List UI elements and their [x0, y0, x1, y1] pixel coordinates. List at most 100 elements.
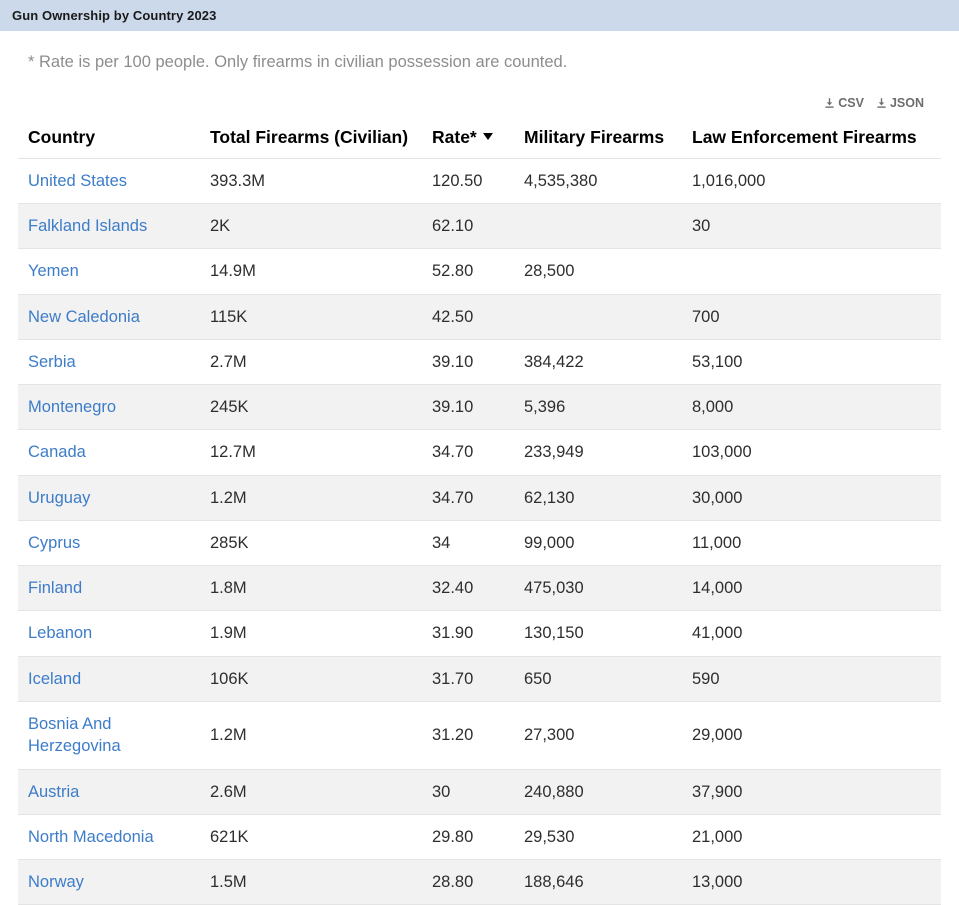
country-link[interactable]: Iceland	[28, 670, 81, 688]
column-header-total-firearms[interactable]: Total Firearms (Civilian)	[200, 121, 422, 159]
table-row: Bosnia And Herzegovina 1.2M 31.20 27,300 29,…	[18, 700, 941, 770]
cell-total-firearms: 106K	[200, 655, 422, 702]
cell-law-enforcement-firearms: 8,000	[682, 384, 941, 431]
country-link[interactable]: Uruguay	[28, 489, 90, 507]
country-link[interactable]: Montenegro	[28, 398, 116, 416]
cell-law-enforcement-firearms: 1,016,000	[682, 157, 941, 205]
cell-country: Austria	[18, 768, 200, 815]
cell-total-firearms: 285K	[200, 519, 422, 567]
table-container: Country Total Firearms (Civilian) Rate* …	[18, 113, 941, 905]
cell-law-enforcement-firearms: 30,000	[682, 474, 941, 521]
country-link[interactable]: Serbia	[28, 353, 76, 371]
country-link[interactable]: Lebanon	[28, 624, 92, 642]
cell-rate: 120.50	[422, 157, 514, 205]
country-link[interactable]: Canada	[28, 443, 86, 461]
cell-law-enforcement-firearms: 590	[682, 655, 941, 702]
column-header-country-label: Country	[28, 126, 96, 147]
cell-total-firearms: 2K	[200, 203, 422, 250]
cell-total-firearms: 2.7M	[200, 338, 422, 386]
cell-military-firearms: 188,646	[514, 859, 682, 905]
cell-law-enforcement-firearms: 14,000	[682, 565, 941, 612]
cell-law-enforcement-firearms: 29,000	[682, 700, 941, 770]
table-row: Falkland Islands 2K 62.10 30	[18, 203, 941, 250]
window-titlebar: Gun Ownership by Country 2023	[0, 0, 959, 31]
cell-total-firearms: 12.7M	[200, 429, 422, 476]
cell-country: Montenegro	[18, 384, 200, 431]
table-header-row: Country Total Firearms (Civilian) Rate* …	[18, 121, 941, 159]
table-row: Lebanon 1.9M 31.90 130,150 41,000	[18, 610, 941, 657]
cell-military-firearms: 4,535,380	[514, 157, 682, 205]
country-link[interactable]: Austria	[28, 783, 79, 801]
table-row: Norway 1.5M 28.80 188,646 13,000	[18, 859, 941, 905]
cell-country: Iceland	[18, 655, 200, 702]
cell-law-enforcement-firearms: 53,100	[682, 338, 941, 386]
page-content: * Rate is per 100 people. Only firearms …	[0, 31, 959, 905]
cell-country: Uruguay	[18, 474, 200, 521]
cell-country: Finland	[18, 565, 200, 612]
cell-total-firearms: 245K	[200, 384, 422, 431]
table-row: Uruguay 1.2M 34.70 62,130 30,000	[18, 474, 941, 521]
column-header-rate[interactable]: Rate*	[422, 121, 514, 159]
country-link[interactable]: Norway	[28, 873, 84, 891]
cell-total-firearms: 115K	[200, 293, 422, 340]
cell-country: Serbia	[18, 338, 200, 386]
cell-law-enforcement-firearms: 11,000	[682, 519, 941, 567]
country-link[interactable]: Cyprus	[28, 534, 80, 552]
cell-rate: 39.10	[422, 384, 514, 431]
cell-military-firearms: 62,130	[514, 474, 682, 521]
cell-rate: 42.50	[422, 293, 514, 340]
download-links: CSV JSON	[18, 73, 941, 113]
cell-country: Lebanon	[18, 610, 200, 657]
country-link[interactable]: New Caledonia	[28, 308, 140, 326]
cell-rate: 34	[422, 519, 514, 567]
cell-military-firearms	[514, 203, 682, 250]
cell-country: Falkland Islands	[18, 203, 200, 250]
column-header-country[interactable]: Country	[18, 121, 200, 159]
cell-rate: 34.70	[422, 474, 514, 521]
column-header-rate-label: Rate*	[432, 126, 477, 147]
country-link[interactable]: United States	[28, 172, 127, 190]
table-row: Finland 1.8M 32.40 475,030 14,000	[18, 565, 941, 612]
download-json-link[interactable]: JSON	[876, 96, 924, 110]
cell-military-firearms: 384,422	[514, 338, 682, 386]
cell-country: New Caledonia	[18, 293, 200, 340]
download-icon	[824, 97, 835, 109]
cell-country: Yemen	[18, 248, 200, 295]
table-note: * Rate is per 100 people. Only firearms …	[28, 53, 568, 71]
download-csv-link[interactable]: CSV	[824, 96, 864, 110]
country-link[interactable]: Yemen	[28, 262, 79, 280]
country-link[interactable]: Finland	[28, 579, 82, 597]
cell-total-firearms: 621K	[200, 813, 422, 861]
cell-total-firearms: 1.2M	[200, 474, 422, 521]
cell-rate: 30	[422, 768, 514, 815]
country-link[interactable]: Bosnia And Herzegovina	[28, 715, 121, 755]
cell-law-enforcement-firearms: 30	[682, 203, 941, 250]
column-header-military-firearms-label: Military Firearms	[524, 126, 665, 147]
window-title: Gun Ownership by Country 2023	[12, 8, 217, 23]
table-body: United States 393.3M 120.50 4,535,380 1,016,…	[18, 157, 941, 905]
cell-military-firearms: 29,530	[514, 813, 682, 861]
cell-rate: 31.90	[422, 610, 514, 657]
cell-rate: 39.10	[422, 338, 514, 386]
table-row: New Caledonia 115K 42.50 700	[18, 293, 941, 340]
cell-country: Cyprus	[18, 519, 200, 567]
cell-law-enforcement-firearms: 21,000	[682, 813, 941, 861]
download-json-label: JSON	[889, 95, 924, 110]
column-header-law-enforcement-firearms[interactable]: Law Enforcement Firearms	[682, 121, 941, 159]
cell-country: North Macedonia	[18, 813, 200, 861]
cell-rate: 31.20	[422, 700, 514, 770]
country-link[interactable]: Falkland Islands	[28, 217, 147, 235]
cell-country: United States	[18, 157, 200, 205]
download-icon	[876, 97, 887, 109]
sort-descending-icon[interactable]	[482, 132, 493, 140]
table-row: Serbia 2.7M 39.10 384,422 53,100	[18, 338, 941, 386]
cell-military-firearms: 650	[514, 655, 682, 702]
cell-military-firearms: 27,300	[514, 700, 682, 770]
column-header-military-firearms[interactable]: Military Firearms	[514, 121, 682, 159]
cell-rate: 29.80	[422, 813, 514, 861]
country-link[interactable]: North Macedonia	[28, 828, 154, 846]
cell-rate: 32.40	[422, 565, 514, 612]
table-row: Montenegro 245K 39.10 5,396 8,000	[18, 384, 941, 431]
cell-law-enforcement-firearms: 41,000	[682, 610, 941, 657]
cell-total-firearms: 1.9M	[200, 610, 422, 657]
